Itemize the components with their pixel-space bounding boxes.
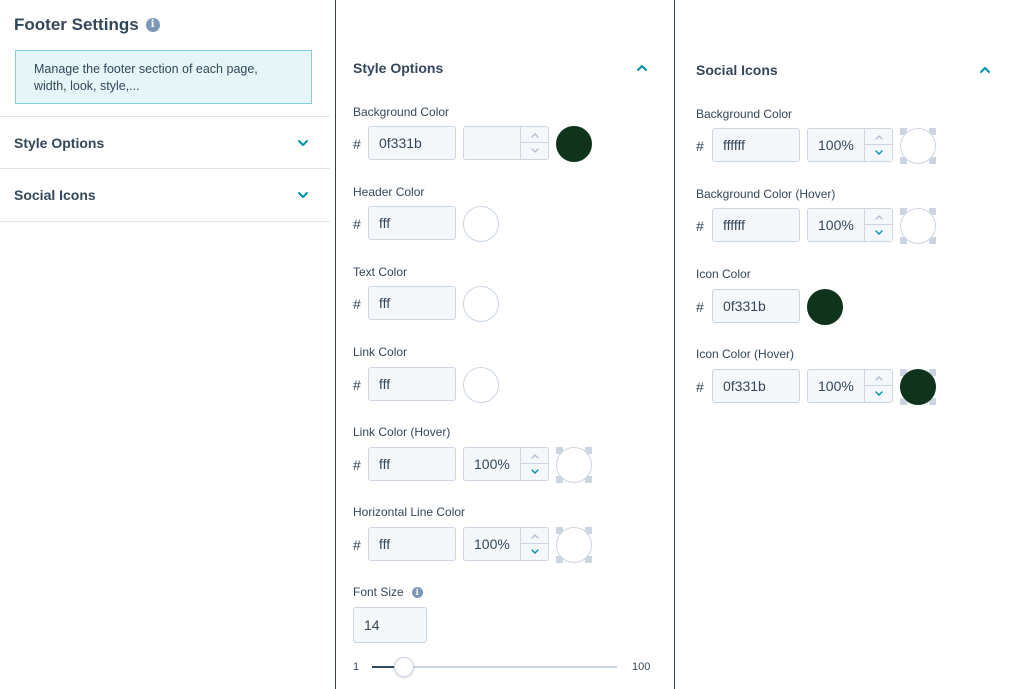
horizontal-line-color-opacity-input[interactable]: 100% bbox=[463, 527, 549, 561]
info-icon[interactable]: i bbox=[411, 586, 423, 598]
background-color-label: Background Color bbox=[353, 105, 450, 119]
opacity-stepper[interactable] bbox=[864, 209, 892, 241]
text-color-label: Text Color bbox=[353, 265, 408, 279]
social-background-color-hover-label: Background Color (Hover) bbox=[696, 187, 836, 201]
hash-symbol: # bbox=[353, 296, 361, 312]
icon-color-swatch[interactable] bbox=[807, 289, 843, 325]
icon-color-label: Icon Color bbox=[696, 267, 751, 281]
header-color-swatch[interactable] bbox=[463, 206, 499, 242]
social-background-color-label: Background Color bbox=[696, 107, 793, 121]
text-color-hex-input[interactable]: fff bbox=[368, 286, 456, 320]
hash-symbol: # bbox=[353, 457, 361, 473]
horizontal-line-color-label: Horizontal Line Color bbox=[353, 505, 466, 519]
accordion-label: Style Options bbox=[14, 134, 105, 151]
header-color-hex-input[interactable]: fff bbox=[368, 206, 456, 240]
hash-symbol: # bbox=[353, 537, 361, 553]
slider-min-label: 1 bbox=[353, 661, 360, 673]
chevron-small-up-icon[interactable] bbox=[521, 528, 548, 544]
chevron-small-up-icon[interactable] bbox=[865, 129, 892, 145]
opacity-stepper[interactable] bbox=[520, 528, 548, 560]
opacity-stepper[interactable] bbox=[864, 370, 892, 402]
hash-symbol: # bbox=[696, 379, 704, 395]
icon-color-hover-label: Icon Color (Hover) bbox=[696, 347, 795, 361]
horizontal-line-color-swatch[interactable] bbox=[556, 527, 592, 563]
text-color-swatch[interactable] bbox=[463, 286, 499, 322]
social-icons-header[interactable]: Social Icons bbox=[696, 60, 992, 80]
opacity-value: 100% bbox=[474, 536, 510, 552]
hash-symbol: # bbox=[353, 136, 361, 152]
font-size-input[interactable]: 14 bbox=[353, 607, 427, 643]
header-color-label: Header Color bbox=[353, 185, 425, 199]
link-color-hover-label: Link Color (Hover) bbox=[353, 425, 451, 439]
link-color-hex-input[interactable]: fff bbox=[368, 367, 456, 401]
opacity-value: 100% bbox=[818, 137, 854, 153]
link-color-swatch[interactable] bbox=[463, 367, 499, 403]
accordion-style-options[interactable]: Style Options bbox=[0, 116, 330, 169]
opacity-value: 100% bbox=[474, 456, 510, 472]
style-options-panel: Style Options Background Color # 0f331b … bbox=[336, 0, 674, 689]
title-row: Footer Settings i bbox=[14, 15, 160, 35]
hash-symbol: # bbox=[696, 218, 704, 234]
chevron-small-up-icon[interactable] bbox=[521, 127, 548, 143]
hash-symbol: # bbox=[353, 377, 361, 393]
font-size-label: Font Size bbox=[353, 585, 404, 599]
link-color-hover-hex-input[interactable]: fff bbox=[368, 447, 456, 481]
social-icons-panel: Social Icons Background Color # ffffff 1… bbox=[675, 0, 1009, 689]
link-color-label: Link Color bbox=[353, 345, 408, 359]
section-title: Social Icons bbox=[696, 62, 778, 78]
slider-max-label: 100 bbox=[632, 661, 651, 673]
chevron-small-down-icon[interactable] bbox=[865, 225, 892, 241]
chevron-down-icon bbox=[296, 188, 310, 202]
footer-settings-panel: Footer Settings i Manage the footer sect… bbox=[0, 0, 330, 689]
style-options-header[interactable]: Style Options bbox=[353, 58, 649, 78]
opacity-stepper[interactable] bbox=[520, 127, 548, 159]
description-box: Manage the footer section of each page, … bbox=[15, 50, 312, 104]
chevron-small-up-icon[interactable] bbox=[521, 448, 548, 464]
hash-symbol: # bbox=[353, 216, 361, 232]
chevron-up-icon[interactable] bbox=[635, 61, 649, 75]
icon-color-hover-hex-input[interactable]: 0f331b bbox=[712, 369, 800, 403]
social-background-color-hex-input[interactable]: ffffff bbox=[712, 128, 800, 162]
horizontal-line-color-hex-input[interactable]: fff bbox=[368, 527, 456, 561]
chevron-small-down-icon[interactable] bbox=[521, 143, 548, 159]
chevron-small-down-icon[interactable] bbox=[521, 464, 548, 480]
background-color-swatch[interactable] bbox=[556, 126, 592, 162]
chevron-small-down-icon[interactable] bbox=[865, 386, 892, 402]
chevron-up-icon[interactable] bbox=[978, 63, 992, 77]
background-color-hex-input[interactable]: 0f331b bbox=[368, 126, 456, 160]
chevron-small-down-icon[interactable] bbox=[521, 544, 548, 560]
social-background-color-hover-hex-input[interactable]: ffffff bbox=[712, 208, 800, 242]
opacity-stepper[interactable] bbox=[864, 129, 892, 161]
social-background-color-hover-swatch[interactable] bbox=[900, 208, 936, 244]
social-background-color-opacity-input[interactable]: 100% bbox=[807, 128, 893, 162]
social-background-color-swatch[interactable] bbox=[900, 128, 936, 164]
page-title: Footer Settings bbox=[14, 15, 139, 34]
icon-color-hover-swatch[interactable] bbox=[900, 369, 936, 405]
social-background-color-hover-opacity-input[interactable]: 100% bbox=[807, 208, 893, 242]
chevron-down-icon bbox=[296, 136, 310, 150]
link-color-hover-swatch[interactable] bbox=[556, 447, 592, 483]
opacity-value: 100% bbox=[818, 217, 854, 233]
hash-symbol: # bbox=[696, 138, 704, 154]
chevron-small-down-icon[interactable] bbox=[865, 145, 892, 161]
font-size-slider-thumb[interactable] bbox=[394, 657, 415, 677]
section-title: Style Options bbox=[353, 60, 444, 76]
chevron-small-up-icon[interactable] bbox=[865, 209, 892, 225]
opacity-value: 100% bbox=[818, 378, 854, 394]
accordion-label: Social Icons bbox=[14, 187, 96, 203]
font-size-label-row: Font Size i bbox=[353, 585, 423, 599]
info-icon[interactable]: i bbox=[145, 18, 160, 32]
chevron-small-up-icon[interactable] bbox=[865, 370, 892, 386]
accordion-social-icons[interactable]: Social Icons bbox=[0, 169, 330, 222]
background-color-opacity-input[interactable] bbox=[463, 126, 549, 160]
opacity-stepper[interactable] bbox=[520, 448, 548, 480]
hash-symbol: # bbox=[696, 299, 704, 315]
icon-color-hex-input[interactable]: 0f331b bbox=[712, 289, 800, 323]
icon-color-hover-opacity-input[interactable]: 100% bbox=[807, 369, 893, 403]
link-color-hover-opacity-input[interactable]: 100% bbox=[463, 447, 549, 481]
